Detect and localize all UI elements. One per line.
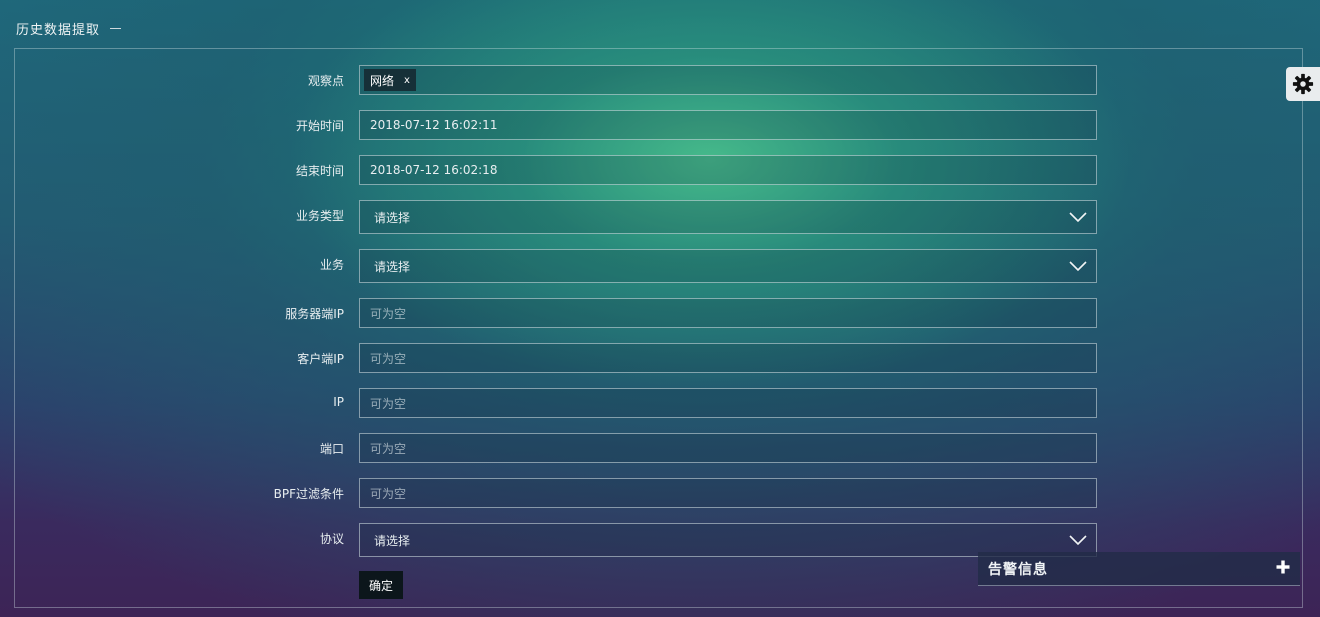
client-ip-input[interactable]: 可为空 (359, 343, 1097, 373)
bpf-filter-placeholder: 可为空 (370, 486, 407, 501)
bpf-filter-input[interactable]: 可为空 (359, 478, 1097, 508)
gear-icon (1292, 73, 1314, 95)
settings-button[interactable] (1286, 67, 1320, 101)
business-label: 业务 (319, 258, 344, 272)
port-input[interactable]: 可为空 (359, 433, 1097, 463)
ip-placeholder: 可为空 (370, 396, 407, 411)
start-time-value: 2018-07-12 16:02:11 (370, 118, 498, 132)
server-ip-input[interactable]: 可为空 (359, 298, 1097, 328)
observation-point-label: 观察点 (307, 74, 344, 88)
client-ip-label: 客户端IP (297, 352, 344, 366)
observation-point-tag: 网络 x (364, 69, 416, 91)
start-time-input[interactable]: 2018-07-12 16:02:11 (359, 110, 1097, 140)
ip-label: IP (333, 395, 344, 409)
server-ip-placeholder: 可为空 (370, 306, 407, 321)
business-selected: 请选择 (374, 259, 411, 274)
chevron-down-icon (1069, 261, 1087, 272)
start-time-label: 开始时间 (295, 119, 344, 133)
port-label: 端口 (319, 442, 344, 456)
end-time-value: 2018-07-12 16:02:18 (370, 163, 498, 177)
client-ip-placeholder: 可为空 (370, 351, 407, 366)
ip-input[interactable]: 可为空 (359, 388, 1097, 418)
business-type-label: 业务类型 (295, 209, 344, 223)
tag-remove-button[interactable]: x (404, 75, 410, 86)
business-select[interactable]: 请选择 (359, 249, 1097, 283)
alarm-panel: 告警信息 (978, 552, 1300, 586)
end-time-label: 结束时间 (295, 164, 344, 178)
alarm-panel-title: 告警信息 (988, 561, 1048, 578)
port-placeholder: 可为空 (370, 441, 407, 456)
business-type-select[interactable]: 请选择 (359, 200, 1097, 234)
collapse-icon[interactable] (110, 28, 122, 29)
bpf-filter-label: BPF过滤条件 (273, 487, 344, 501)
page-title: 历史数据提取 (16, 23, 101, 38)
page-header: 历史数据提取 (16, 19, 122, 38)
chevron-down-icon (1069, 212, 1087, 223)
form-panel: 观察点 网络 x 开始时间 2018-07-12 16:02:11 结束时间 2… (14, 48, 1303, 608)
server-ip-label: 服务器端IP (285, 307, 344, 321)
plus-icon[interactable] (1276, 560, 1290, 574)
observation-point-field[interactable]: 网络 x (359, 65, 1097, 95)
protocol-label: 协议 (319, 532, 344, 546)
confirm-button[interactable]: 确定 (359, 571, 403, 599)
tag-label: 网络 (370, 73, 395, 88)
end-time-input[interactable]: 2018-07-12 16:02:18 (359, 155, 1097, 185)
protocol-selected: 请选择 (374, 533, 411, 548)
chevron-down-icon (1069, 535, 1087, 546)
business-type-selected: 请选择 (374, 210, 411, 225)
